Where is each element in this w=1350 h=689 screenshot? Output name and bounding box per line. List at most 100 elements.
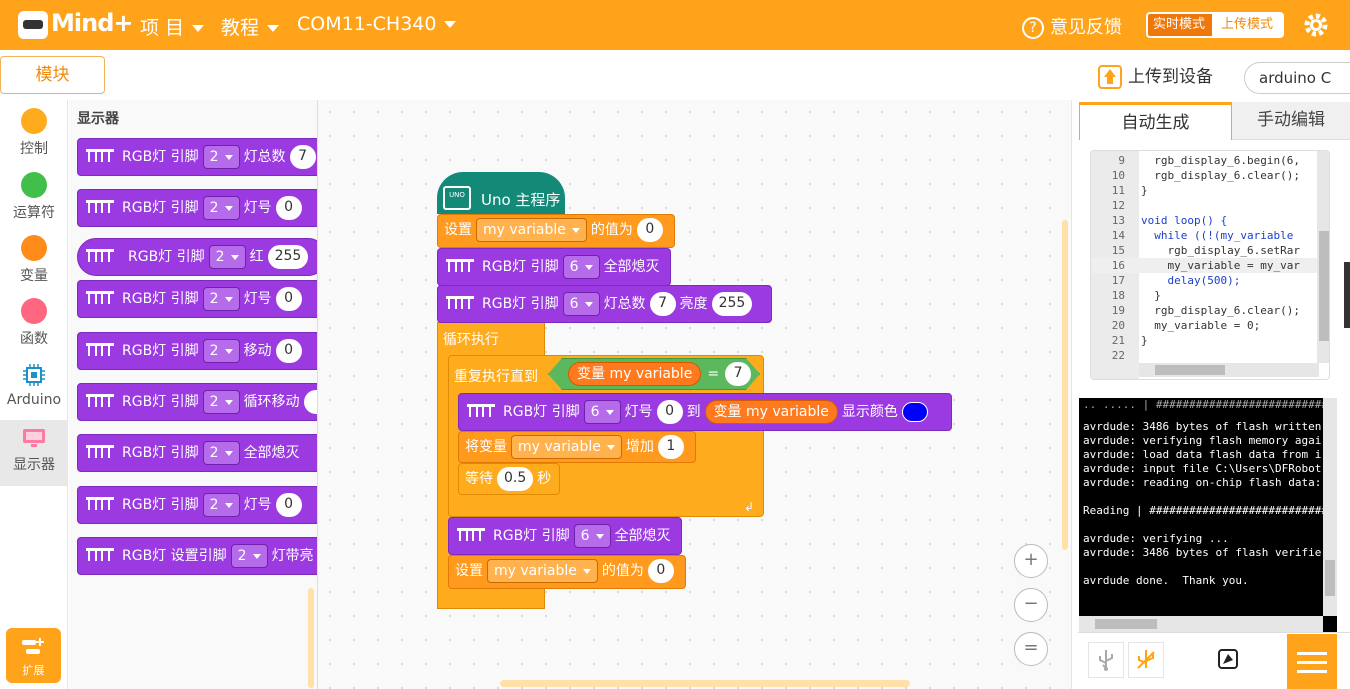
feedback-button[interactable]: ? 意见反馈 [1022,13,1122,39]
set-variable-block-2[interactable]: 设置 my variable 的值为 0 [448,555,686,589]
pin-dropdown[interactable]: 2 [202,390,240,414]
editor-hscroll-thumb[interactable] [1155,365,1225,375]
upload-to-device-button[interactable]: 上传到设备 [1098,62,1213,89]
zoom-reset-button[interactable]: = [1014,632,1048,666]
uno-main-hat-block[interactable]: UNO Uno 主程序 [437,172,565,214]
console-hscroll-thumb[interactable] [1095,619,1157,629]
pin-dropdown[interactable]: 2 [208,245,246,269]
brightness-input[interactable]: 255 [711,292,753,316]
value-input[interactable]: 0 [275,339,302,363]
workspace-vscrollbar[interactable] [1062,220,1068,550]
variable-reporter[interactable]: 变量 my variable [568,362,702,386]
pin-dropdown[interactable]: 2 [202,145,240,169]
value-input[interactable]: 255 [267,245,309,269]
panel-splitter[interactable] [1344,262,1350,328]
color-picker[interactable] [901,402,928,422]
menu-list-button[interactable] [1287,634,1337,689]
wait-block[interactable]: 等待 0.5 秒 [458,463,560,495]
forever-label[interactable]: 循环执行 [443,329,499,349]
rgb-clear-block[interactable]: RGB灯 引脚 6 全部熄灭 [437,248,671,286]
rgb-clear-block-2[interactable]: RGB灯 引脚 6 全部熄灭 [448,517,682,555]
value-input[interactable] [303,390,317,414]
palette-block-total[interactable]: RGB灯 引脚 2 灯总数 7 [77,138,317,176]
category-functions[interactable]: 函数 [0,298,68,348]
condition-content: 变量 my variable = 7 [564,362,755,386]
menu-port[interactable]: COM11-CH340 [297,13,457,35]
console-line: avrdude: reading on-chip flash data: [1083,476,1322,489]
pin-dropdown[interactable]: 6 [562,255,600,279]
rgb-led-icon [86,149,114,165]
pin-dropdown[interactable]: 2 [202,196,240,220]
category-variables[interactable]: 变量 [0,235,68,285]
tab-manual-edit[interactable]: 手动编辑 [1232,102,1350,140]
clear-console-icon[interactable] [1210,642,1246,678]
change-variable-block[interactable]: 将变量 my variable 增加 1 [458,431,696,463]
pin-dropdown[interactable]: 2 [202,493,240,517]
seconds-input[interactable]: 0.5 [497,467,534,491]
language-select[interactable]: arduino C [1244,62,1350,94]
palette-scrollbar[interactable] [308,588,314,688]
palette-block-index2[interactable]: RGB灯 引脚 2 灯号 0 [77,280,317,318]
pin-dropdown[interactable]: 6 [573,524,611,548]
menu-tutorial[interactable]: 教程 [221,13,280,40]
extensions-button[interactable]: 扩展 [6,628,61,683]
menu-project[interactable]: 项 目 [140,13,205,40]
tab-auto-generate[interactable]: 自动生成 [1079,102,1232,140]
upload-icon [1098,65,1122,89]
editor-vscroll-thumb[interactable] [1319,231,1329,341]
palette-block-clear[interactable]: RGB灯 引脚 2 全部熄灭 [77,434,317,472]
console-line: Reading | ########################### [1083,504,1329,517]
code-editor[interactable]: 9 rgb_display_6.begin(6, 10 rgb_display_… [1090,150,1330,380]
palette-block-color[interactable]: RGB灯 引脚 2 红 255 [77,238,317,276]
console-vscroll-thumb[interactable] [1325,560,1335,596]
variable-dropdown[interactable]: my variable [487,559,598,583]
pin-dropdown[interactable]: 2 [202,339,240,363]
increment-input[interactable]: 1 [657,435,684,459]
value-input[interactable]: 0 [275,493,302,517]
realtime-mode-button[interactable]: 实时模式 [1146,12,1214,38]
value-input[interactable]: 0 [275,287,302,311]
variable-reporter[interactable]: 变量 my variable [704,400,838,424]
value-input[interactable]: 7 [289,145,316,169]
pin-dropdown[interactable]: 2 [202,441,240,465]
gear-icon[interactable] [1302,11,1330,39]
variable-dropdown[interactable]: my variable [511,435,622,459]
pin-dropdown[interactable]: 6 [583,400,621,424]
category-arduino[interactable]: Arduino [0,362,68,408]
from-input[interactable]: 0 [656,400,683,424]
zoom-out-button[interactable]: − [1014,588,1048,622]
palette-title: 显示器 [77,111,119,127]
compare-value-input[interactable]: 7 [725,362,752,386]
variable-dropdown[interactable]: my variable [476,218,587,242]
value-input[interactable]: 0 [275,196,302,220]
category-bar: 控制 运算符 变量 函数 Arduino 显示器 [0,100,68,689]
workspace-hscrollbar[interactable] [500,680,910,687]
category-control[interactable]: 控制 [0,108,68,158]
rgb-range-color-block[interactable]: RGB灯 引脚 6 灯号 0 到变量 my variable 显示颜色 [458,393,952,431]
mindplus-logo[interactable]: Mind+ [18,9,133,43]
value-input[interactable]: 0 [647,559,674,583]
modules-tab[interactable]: 模块 [0,56,105,94]
set-variable-block[interactable]: 设置 my variable 的值为 0 [437,214,675,248]
pin-dropdown[interactable]: 2 [202,287,240,311]
pin-dropdown[interactable]: 2 [230,544,268,568]
palette-block-index[interactable]: RGB灯 引脚 2 灯号 0 [77,189,317,227]
usb-icon[interactable] [1088,642,1124,678]
palette-block-setup[interactable]: RGB灯 设置引脚 2 灯带亮 [77,537,317,575]
category-display[interactable]: 显示器 [0,420,68,486]
zoom-in-button[interactable]: + [1014,544,1048,578]
code-line-active: 16 my_variable = my_var [1091,258,1329,273]
palette-block-move[interactable]: RGB灯 引脚 2 移动 0 [77,332,317,370]
disconnect-icon[interactable] [1128,642,1164,678]
rgb-init-block[interactable]: RGB灯 引脚 6 灯总数 7 亮度 255 [437,285,772,323]
count-input[interactable]: 7 [649,292,676,316]
uno-board-icon: UNO [443,186,471,210]
palette-block-rotate[interactable]: RGB灯 引脚 2 循环移动 [77,383,317,421]
rgb-led-icon [457,528,485,544]
palette-block-index3[interactable]: RGB灯 引脚 2 灯号 0 [77,486,317,524]
value-input[interactable]: 0 [636,218,663,242]
upload-mode-button[interactable]: 上传模式 [1214,12,1284,38]
serial-console[interactable]: .. ..... | ########################## av… [1079,398,1337,632]
category-operators[interactable]: 运算符 [0,172,68,222]
pin-dropdown[interactable]: 6 [562,292,600,316]
